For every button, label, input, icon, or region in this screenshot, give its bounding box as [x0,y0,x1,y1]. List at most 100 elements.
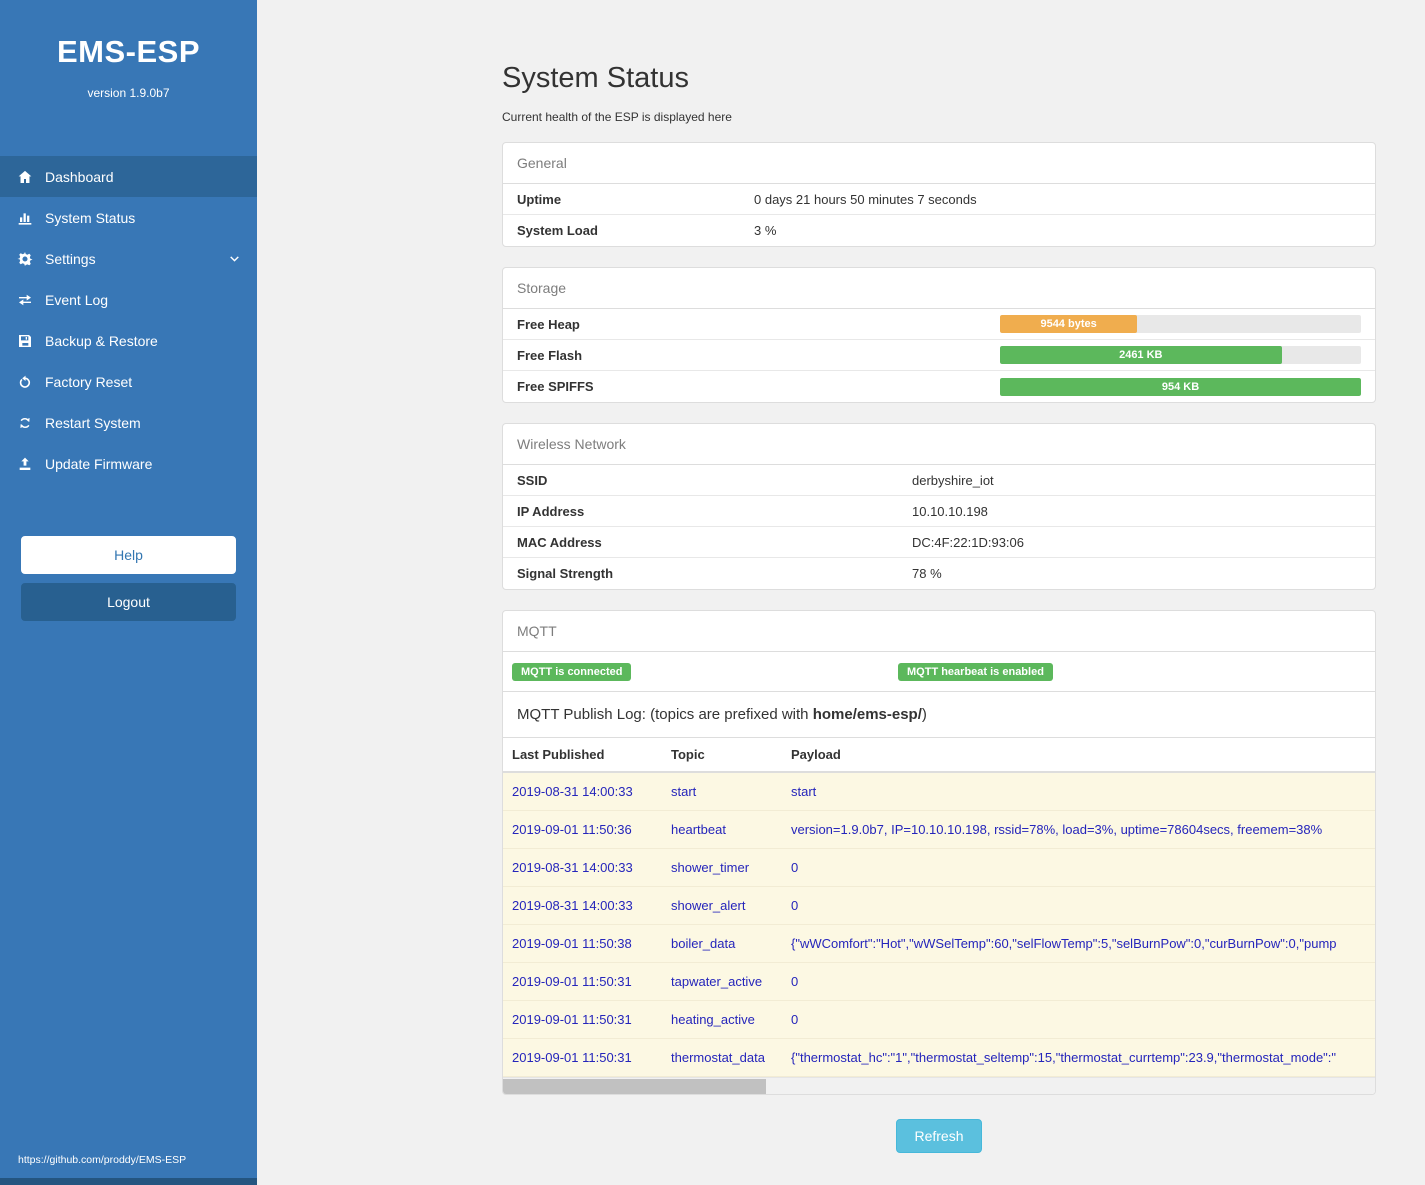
sidebar-item-dashboard[interactable]: Dashboard [0,156,257,197]
mac-address-label: MAC Address [517,535,912,550]
payload-cell: 0 [782,887,1375,925]
mac-address-row: MAC Address DC:4F:22:1D:93:06 [503,527,1375,558]
sidebar-item-label: Restart System [45,415,141,431]
help-button[interactable]: Help [21,536,236,574]
topic-cell: start [662,772,782,811]
table-header-row: Last Published Topic Payload [503,738,1375,772]
published-cell: 2019-08-31 14:00:33 [503,772,662,811]
payload-cell: {"wWComfort":"Hot","wWSelTemp":60,"selFl… [782,925,1375,963]
chevron-down-icon [228,252,241,265]
upload-icon [16,455,33,472]
storage-card: Storage Free Heap 9544 bytes Free Flash … [502,267,1376,403]
sidebar-buttons: Help Logout [0,536,257,621]
free-spiffs-progressbar: 954 KB [1000,378,1361,396]
home-icon [16,168,33,185]
storage-card-header: Storage [503,268,1375,309]
published-cell: 2019-08-31 14:00:33 [503,849,662,887]
free-spiffs-label: Free SPIFFS [517,379,594,394]
published-cell: 2019-09-01 11:50:36 [503,811,662,849]
col-header-last-published: Last Published [503,738,662,772]
sidebar-item-restart-system[interactable]: Restart System [0,402,257,443]
ip-address-label: IP Address [517,504,912,519]
table-row: 2019-08-31 14:00:33 start start [503,772,1375,811]
table-row: 2019-09-01 11:50:31 thermostat_data {"th… [503,1039,1375,1077]
sidebar-item-label: Backup & Restore [45,333,158,349]
signal-strength-row: Signal Strength 78 % [503,558,1375,589]
topic-cell: boiler_data [662,925,782,963]
mqtt-status-row: MQTT is connected MQTT hearbeat is enabl… [503,652,1375,692]
refresh-button[interactable]: Refresh [896,1119,981,1153]
restart-icon [16,414,33,431]
payload-cell: start [782,772,1375,811]
app-title: EMS-ESP [0,34,257,70]
free-flash-label: Free Flash [517,348,582,363]
sidebar-footer: https://github.com/proddy/EMS-ESP [0,1154,257,1178]
free-heap-value: 9544 bytes [1040,318,1096,330]
ip-address-row: IP Address 10.10.10.198 [503,496,1375,527]
topic-cell: heartbeat [662,811,782,849]
sidebar-item-label: Factory Reset [45,374,132,390]
table-row: 2019-08-31 14:00:33 shower_alert 0 [503,887,1375,925]
free-heap-label: Free Heap [517,317,580,332]
ssid-row: SSID derbyshire_iot [503,465,1375,496]
general-card-header: General [503,143,1375,184]
wireless-card: Wireless Network SSID derbyshire_iot IP … [502,423,1376,590]
sidebar-item-update-firmware[interactable]: Update Firmware [0,443,257,484]
published-cell: 2019-09-01 11:50:31 [503,1039,662,1077]
free-spiffs-row: Free SPIFFS 954 KB [503,371,1375,402]
sidebar-item-event-log[interactable]: Event Log [0,279,257,320]
sidebar-item-label: Settings [45,251,96,267]
mqtt-publish-log-title: MQTT Publish Log: (topics are prefixed w… [503,692,1375,738]
table-row: 2019-09-01 11:50:38 boiler_data {"wWComf… [503,925,1375,963]
sidebar-item-system-status[interactable]: System Status [0,197,257,238]
mqtt-publish-table: Last Published Topic Payload 2019-08-31 … [503,738,1375,1077]
sidebar-item-label: Dashboard [45,169,114,185]
published-cell: 2019-09-01 11:50:31 [503,1001,662,1039]
table-row: 2019-09-01 11:50:36 heartbeat version=1.… [503,811,1375,849]
sidebar-item-settings[interactable]: Settings [0,238,257,279]
payload-cell: 0 [782,1001,1375,1039]
logout-button[interactable]: Logout [21,583,236,621]
save-icon [16,332,33,349]
sidebar-item-backup-restore[interactable]: Backup & Restore [0,320,257,361]
sidebar-bottom-strip [0,1178,257,1185]
github-link[interactable]: https://github.com/proddy/EMS-ESP [18,1154,186,1166]
uptime-row: Uptime 0 days 21 hours 50 minutes 7 seco… [503,184,1375,215]
wireless-card-header: Wireless Network [503,424,1375,465]
published-cell: 2019-08-31 14:00:33 [503,887,662,925]
sidebar-item-label: System Status [45,210,135,226]
table-row: 2019-09-01 11:50:31 tapwater_active 0 [503,963,1375,1001]
topic-cell: heating_active [662,1001,782,1039]
gear-icon [16,250,33,267]
published-cell: 2019-09-01 11:50:31 [503,963,662,1001]
scrollbar-thumb[interactable] [503,1079,766,1094]
horizontal-scrollbar[interactable] [503,1077,1375,1094]
table-row: 2019-09-01 11:50:31 heating_active 0 [503,1001,1375,1039]
signal-strength-value: 78 % [912,566,942,581]
topic-cell: tapwater_active [662,963,782,1001]
main-content: System Status Current health of the ESP … [257,0,1425,1185]
free-spiffs-value: 954 KB [1162,381,1199,393]
system-load-row: System Load 3 % [503,215,1375,246]
uptime-label: Uptime [517,192,754,207]
page-title: System Status [502,62,1376,95]
sidebar: EMS-ESP version 1.9.0b7 Dashboard System… [0,0,257,1185]
table-row: 2019-08-31 14:00:33 shower_timer 0 [503,849,1375,887]
payload-cell: 0 [782,963,1375,1001]
free-heap-progressbar: 9544 bytes [1000,315,1361,333]
exchange-arrows-icon [16,291,33,308]
published-cell: 2019-09-01 11:50:38 [503,925,662,963]
brand: EMS-ESP version 1.9.0b7 [0,0,257,100]
uptime-value: 0 days 21 hours 50 minutes 7 seconds [754,192,977,207]
system-load-value: 3 % [754,223,776,238]
payload-cell: version=1.9.0b7, IP=10.10.10.198, rssid=… [782,811,1375,849]
mqtt-connected-badge: MQTT is connected [512,663,631,681]
ssid-label: SSID [517,473,912,488]
topic-cell: shower_alert [662,887,782,925]
mqtt-heartbeat-badge: MQTT hearbeat is enabled [898,663,1053,681]
payload-cell: {"thermostat_hc":"1","thermostat_seltemp… [782,1039,1375,1077]
sidebar-nav: Dashboard System Status Settings Event L… [0,156,257,484]
free-flash-progressbar: 2461 KB [1000,346,1361,364]
sidebar-item-factory-reset[interactable]: Factory Reset [0,361,257,402]
free-heap-row: Free Heap 9544 bytes [503,309,1375,340]
